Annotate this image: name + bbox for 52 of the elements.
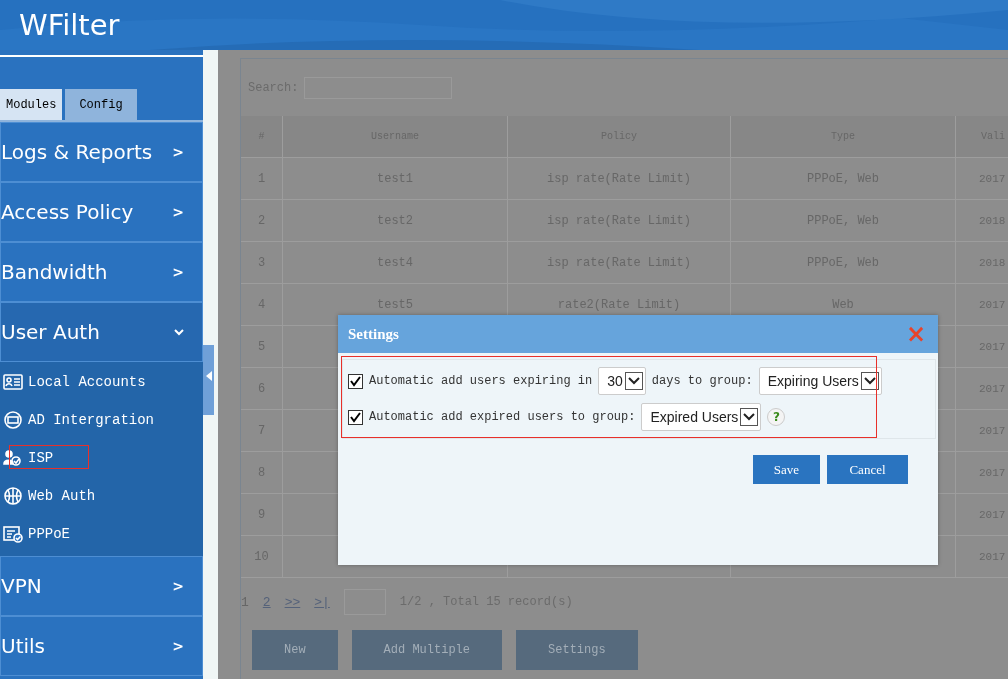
submenu-item[interactable]: PPPoE <box>0 515 203 553</box>
menu-item[interactable]: User Auth <box>0 302 203 362</box>
menu-item[interactable]: Utils > <box>0 616 203 676</box>
option-text: Automatic add users expiring in <box>369 374 593 388</box>
sidebar-tab[interactable]: Config <box>65 89 137 120</box>
menu-label: User Auth <box>1 320 100 344</box>
menu-item[interactable]: VPN > <box>0 556 203 616</box>
caret-icon <box>743 413 756 421</box>
action-button[interactable]: Settings <box>516 630 638 670</box>
chevron: > <box>172 204 184 220</box>
chevron: > <box>172 638 184 654</box>
menu-label: Logs & Reports <box>1 140 153 164</box>
caret-icon <box>863 377 876 385</box>
submenu-item[interactable]: Web Auth <box>0 477 203 515</box>
action-button[interactable]: Add Multiple <box>351 630 503 670</box>
dialog-button[interactable]: Cancel <box>827 455 908 484</box>
sidebar-tab[interactable]: Modules <box>0 89 63 120</box>
menu-label: VPN <box>1 574 42 598</box>
user-check-icon <box>3 449 23 467</box>
menu-label: Utils <box>1 634 45 658</box>
action-button[interactable]: New <box>252 630 338 670</box>
chevron: > <box>172 578 184 594</box>
dialog-button[interactable]: Save <box>753 455 820 484</box>
list-check-icon <box>3 525 23 543</box>
dialog-title: Settings <box>348 325 399 343</box>
menu-label: Access Policy <box>1 200 134 224</box>
chevron-down-icon <box>174 328 184 336</box>
menu-item[interactable]: Access Policy > <box>0 182 203 242</box>
menu-item[interactable]: Bandwidth > <box>0 242 203 302</box>
menu-label: Bandwidth <box>1 260 108 284</box>
caret-icon <box>627 377 640 385</box>
checkbox[interactable] <box>348 373 363 389</box>
help-icon[interactable]: ? <box>767 408 786 426</box>
app-title: WFilter <box>19 8 120 42</box>
id-card-icon <box>3 373 23 391</box>
chevron: > <box>172 144 184 160</box>
collapse-handle[interactable] <box>203 345 214 415</box>
globe-icon <box>3 487 23 505</box>
option-text: Automatic add expired users to group: <box>369 410 636 424</box>
card-icon <box>3 411 23 429</box>
dropdown[interactable]: 30 <box>598 367 646 395</box>
dropdown[interactable]: Expired Users <box>641 403 762 431</box>
checkbox[interactable] <box>348 409 363 425</box>
dropdown[interactable]: Expiring Users <box>758 367 882 395</box>
submenu-item[interactable]: Local Accounts <box>0 363 203 401</box>
menu-item[interactable]: Logs & Reports > <box>0 122 203 182</box>
column-header: # <box>241 116 283 158</box>
submenu-item[interactable]: AD Intergration <box>0 401 203 439</box>
option-text: days to group: <box>651 374 753 388</box>
chevron: > <box>172 264 184 280</box>
submenu-item[interactable]: ISP <box>0 439 203 477</box>
collapse-arrow-icon <box>205 371 212 381</box>
